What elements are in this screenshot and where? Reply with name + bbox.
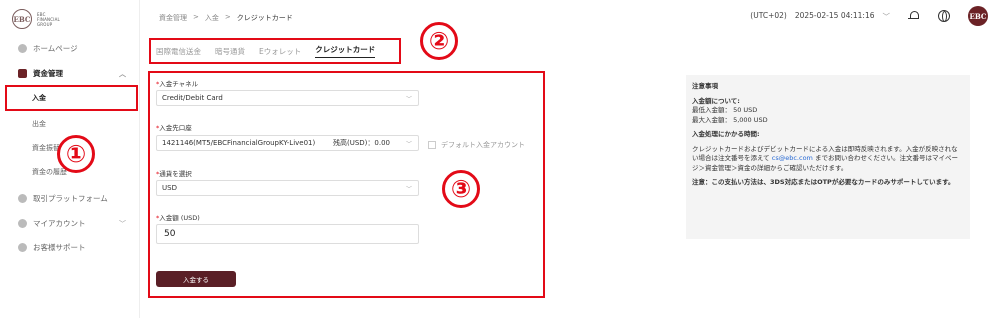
sidebar-item-support[interactable]: お客様サポート: [0, 236, 140, 258]
notes-max: 最大入金額： 5,000 USD: [692, 115, 768, 124]
breadcrumb-current: クレジットカード: [236, 14, 293, 22]
notes-body: クレジットカードおよびデビットカードによる入金は即時反映されます。入金が反映され…: [692, 145, 964, 174]
user-icon: [18, 218, 27, 228]
balance: 残高(USD)：0.00: [332, 139, 390, 147]
notes-time-heading: 入金処理にかかる時間:: [692, 130, 760, 138]
marker-2: ②: [420, 22, 458, 60]
currency-label-text: 通貨を選択: [159, 170, 192, 178]
sidebar-item-platform[interactable]: 取引プラットフォーム: [0, 187, 140, 209]
sidebar-item-withdraw[interactable]: 出金: [0, 113, 140, 135]
channel-label: *入金チャネル: [156, 78, 198, 88]
payment-tabs: 国際電信送金 暗号通貨 Eウォレット クレジットカード: [149, 38, 401, 64]
chevron-down-icon: ﹀: [119, 220, 126, 228]
tab-ewallet[interactable]: Eウォレット: [259, 46, 301, 57]
tab-crypto[interactable]: 暗号通貨: [215, 46, 245, 57]
sidebar-item-label: 取引プラットフォーム: [33, 193, 108, 203]
sidebar-item-funds[interactable]: 資金管理 ︿: [0, 62, 140, 84]
bell-icon[interactable]: [908, 10, 920, 22]
sidebar-item-label: 資金管理: [33, 68, 63, 78]
logo-text: EBC FINANCIAL GROUP: [37, 12, 60, 27]
tab-wire[interactable]: 国際電信送金: [156, 46, 201, 57]
logo-line2: FINANCIAL: [37, 16, 60, 22]
platform-icon: [18, 193, 27, 203]
logo-mark: EBC: [12, 9, 32, 29]
sidebar-item-label: 資金振替: [32, 144, 60, 152]
support-icon: [18, 242, 27, 252]
logo-line3: GROUP: [37, 21, 53, 27]
sidebar-item-label: 出金: [32, 120, 46, 128]
chevron-up-icon: ︿: [119, 70, 126, 78]
default-account-label: デフォルト入金アカウント: [441, 141, 525, 149]
home-icon: [18, 43, 27, 53]
sidebar-item-label: マイアカウント: [33, 218, 86, 228]
channel-value: Credit/Debit Card: [162, 94, 223, 102]
chevron-down-icon: ﹀: [882, 11, 891, 21]
breadcrumb: 資金管理 > 入金 > クレジットカード: [159, 13, 293, 23]
sidebar-item-label: ホームページ: [33, 43, 78, 53]
notes-warning: 注意：この支払い方法は、3DS対応またはOTPが必要なカードのみサポートしていま…: [692, 178, 955, 186]
currency-label: *通貨を選択: [156, 168, 192, 178]
breadcrumb-sep: >: [224, 13, 231, 21]
amount-label: *入金額 (USD): [156, 212, 200, 222]
timezone-selector[interactable]: (UTC+02) 2025-02-15 04:11:16 ﹀: [750, 11, 890, 22]
notes-amount: 入金額について: 最低入金額： 50 USD 最大入金額： 5,000 USD: [692, 97, 964, 126]
account-select[interactable]: 1421146(MT5/EBCFinancialGroupKY-Live01) …: [156, 135, 419, 151]
default-account-option[interactable]: デフォルト入金アカウント: [428, 140, 525, 150]
header-right: (UTC+02) 2025-02-15 04:11:16 ﹀ EBC: [750, 6, 988, 26]
dest-label: *入金先口座: [156, 122, 192, 132]
notes-panel: 注意事項 入金額について: 最低入金額： 50 USD 最大入金額： 5,000…: [686, 75, 970, 239]
sidebar-item-account[interactable]: マイアカウント ﹀: [0, 212, 140, 234]
channel-select[interactable]: Credit/Debit Card ﹀: [156, 90, 419, 106]
tab-credit-card[interactable]: クレジットカード: [315, 44, 376, 58]
sidebar-item-label: 資金の履歴: [32, 168, 67, 176]
deposit-form: *入金チャネル Credit/Debit Card ﹀ *入金先口座 14211…: [148, 71, 545, 298]
sidebar-item-home[interactable]: ホームページ: [0, 37, 140, 59]
datetime: 2025-02-15 04:11:16: [794, 10, 875, 20]
account-value: 1421146(MT5/EBCFinancialGroupKY-Live01): [162, 139, 316, 147]
amount-label-text: 入金額 (USD): [159, 214, 200, 222]
notes-amount-heading: 入金額について:: [692, 96, 740, 105]
wallet-icon: [18, 68, 27, 78]
timezone: (UTC+02): [750, 10, 787, 20]
chevron-down-icon: ﹀: [405, 96, 412, 103]
breadcrumb-mid[interactable]: 入金: [205, 13, 219, 23]
marker-3: ③: [442, 170, 480, 208]
sidebar-item-label: お客様サポート: [33, 242, 86, 252]
notes-min: 最低入金額： 50 USD: [692, 106, 758, 114]
marker-1: ①: [57, 135, 95, 173]
breadcrumb-sep: >: [193, 13, 199, 21]
currency-select[interactable]: USD ﹀: [156, 180, 419, 196]
amount-input[interactable]: 50: [156, 224, 419, 244]
avatar[interactable]: EBC: [968, 6, 988, 26]
dest-label-text: 入金先口座: [159, 124, 192, 132]
default-account-checkbox[interactable]: [428, 141, 436, 149]
highlight-deposit: [5, 85, 138, 111]
notes-title: 注意事項: [692, 82, 718, 90]
chevron-down-icon: ﹀: [405, 141, 412, 148]
logo[interactable]: EBC EBC FINANCIAL GROUP: [12, 9, 60, 29]
chevron-down-icon: ﹀: [405, 186, 412, 193]
channel-label-text: 入金チャネル: [159, 80, 199, 88]
support-email-link[interactable]: cs@ebc.com: [772, 154, 813, 162]
globe-icon[interactable]: [938, 10, 950, 22]
currency-value: USD: [162, 184, 177, 192]
deposit-submit-button[interactable]: 入金する: [156, 271, 236, 287]
breadcrumb-root[interactable]: 資金管理: [159, 13, 187, 23]
